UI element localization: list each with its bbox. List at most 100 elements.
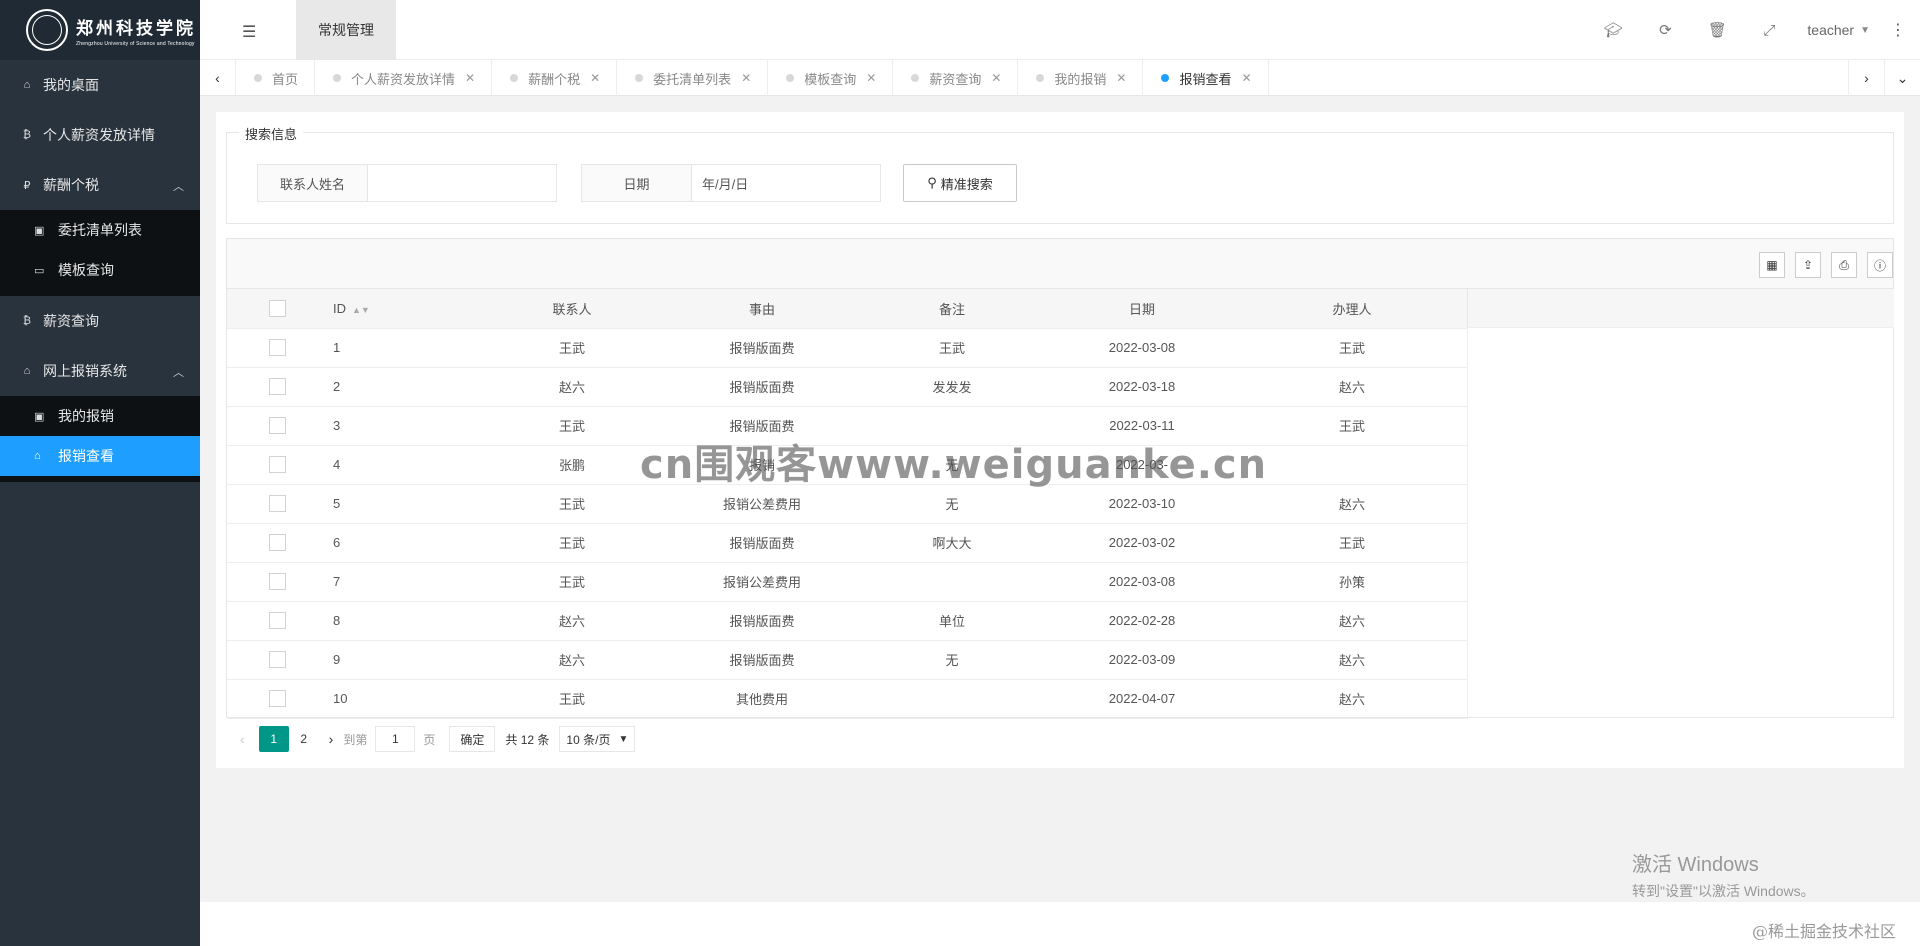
row-checkbox[interactable] bbox=[268, 612, 286, 630]
table-row[interactable]: 6 王武 报销版面费 啊大大 2022-03-02 王武 bbox=[227, 523, 1467, 563]
caret-down-icon[interactable]: ▼ bbox=[1860, 25, 1870, 36]
prev-page-icon[interactable]: ‹ bbox=[240, 731, 245, 747]
rouble-icon: ₽ bbox=[23, 179, 31, 192]
trash-icon[interactable]: 🗑︎ bbox=[1691, 21, 1743, 39]
tab-reimbursement-view[interactable]: 报销查看 ✕ bbox=[1143, 60, 1269, 96]
header-tab-general[interactable]: 常规管理 bbox=[296, 0, 396, 60]
user-name[interactable]: teacher bbox=[1807, 22, 1854, 38]
date-input[interactable]: 年/月/日 bbox=[692, 165, 880, 201]
tab-dot bbox=[1036, 74, 1045, 82]
table-row[interactable]: 1 王武 报销版面费 王武 2022-03-08 王武 bbox=[227, 328, 1467, 368]
row-checkbox[interactable] bbox=[268, 534, 286, 552]
goto-confirm-button[interactable]: 确定 bbox=[449, 726, 496, 752]
row-checkbox[interactable] bbox=[268, 573, 286, 591]
close-icon[interactable]: ✕ bbox=[866, 71, 876, 85]
tab-tax[interactable]: 薪酬个税 ✕ bbox=[492, 60, 618, 96]
info-icon[interactable]: ⓘ bbox=[1867, 252, 1893, 278]
logo-text: 郑州科技学院 bbox=[76, 18, 196, 39]
tab-label: 我的报销 bbox=[1054, 71, 1107, 87]
graduation-cap-icon[interactable]: 🎓︎ bbox=[1587, 21, 1639, 39]
tab-dot bbox=[333, 74, 342, 82]
tab-dot bbox=[635, 74, 644, 82]
export-icon[interactable]: ⇪ bbox=[1795, 252, 1821, 278]
table-row[interactable]: 2 赵六 报销版面费 发发发 2022-03-18 赵六 bbox=[227, 367, 1467, 407]
sidebar-item-reimbursement-view[interactable]: ⌂ 报销查看 bbox=[0, 436, 200, 476]
tabs-menu-chevron-down-icon[interactable]: ⌄ bbox=[1884, 60, 1920, 96]
tab-home[interactable]: 首页 bbox=[236, 60, 316, 96]
sidebar-item-salary-detail[interactable]: ₿ 个人薪资发放详情 bbox=[0, 110, 200, 160]
tabs-scroll-right-icon[interactable]: › bbox=[1848, 60, 1884, 96]
cell-contact: 王武 bbox=[477, 523, 667, 563]
table-row[interactable]: 9 赵六 报销版面费无 2022-03-09 赵六 bbox=[227, 640, 1467, 680]
row-select-cell bbox=[227, 484, 327, 524]
tab-template-query[interactable]: 模板查询 ✕ bbox=[768, 60, 894, 96]
close-icon[interactable]: ✕ bbox=[1116, 71, 1126, 85]
tab-salary-detail[interactable]: 个人薪资发放详情 ✕ bbox=[315, 60, 493, 96]
tab-my-reimbursement[interactable]: 我的报销 ✕ bbox=[1018, 60, 1144, 96]
row-checkbox[interactable] bbox=[268, 417, 286, 435]
close-icon[interactable]: ✕ bbox=[741, 71, 751, 85]
cell-date: 2022-02-28 bbox=[1047, 601, 1237, 641]
sort-icon[interactable]: ▲▼ bbox=[352, 305, 370, 315]
row-checkbox[interactable] bbox=[268, 456, 286, 474]
more-vertical-icon[interactable]: ⋮ bbox=[1890, 20, 1906, 40]
cell-date: 2022-03-02 bbox=[1047, 523, 1237, 563]
row-select-cell bbox=[227, 679, 327, 719]
cell-reason: 报销版面费 bbox=[667, 523, 857, 563]
column-header-id[interactable]: ID ▲▼ bbox=[327, 289, 477, 329]
cell-handler: 王武 bbox=[1237, 328, 1467, 368]
pagination: ‹ 1 2 › 到第 1 页 确定 共 12 条 10 条/页 ▼ bbox=[226, 719, 636, 759]
row-checkbox[interactable] bbox=[268, 651, 286, 669]
university-seal-icon bbox=[26, 9, 68, 51]
row-checkbox[interactable] bbox=[268, 690, 286, 708]
table-row[interactable]: 10 王武 其他费用 2022-04-07 赵六 bbox=[227, 679, 1467, 719]
search-button[interactable]: ⚲ 精准搜索 bbox=[903, 164, 1017, 202]
tab-dot bbox=[510, 74, 519, 82]
close-icon[interactable]: ✕ bbox=[590, 71, 600, 85]
date-group: 日期 年/月/日 bbox=[581, 164, 881, 202]
close-icon[interactable]: ✕ bbox=[991, 71, 1001, 85]
print-icon[interactable]: ⎙ bbox=[1831, 252, 1857, 278]
tab-salary-query[interactable]: 薪资查询 ✕ bbox=[893, 60, 1019, 96]
row-checkbox[interactable] bbox=[268, 339, 286, 357]
goto-page-input[interactable]: 1 bbox=[375, 726, 416, 752]
next-page-icon[interactable]: › bbox=[329, 731, 334, 747]
fullscreen-icon[interactable]: ⤢ bbox=[1743, 22, 1795, 39]
tab-entrust-list[interactable]: 委托清单列表 ✕ bbox=[617, 60, 769, 96]
page-2-button[interactable]: 2 bbox=[289, 726, 319, 752]
cell-id: 9 bbox=[327, 640, 477, 680]
sidebar-item-reimbursement[interactable]: ⌂ 网上报销系统 ︿ bbox=[0, 346, 200, 396]
contact-name-input[interactable] bbox=[368, 165, 556, 201]
per-page-select[interactable]: 10 条/页 ▼ bbox=[559, 726, 636, 752]
cell-remark: 无 bbox=[857, 640, 1047, 680]
row-checkbox[interactable] bbox=[268, 495, 286, 513]
sidebar-item-tax[interactable]: ₽ 薪酬个税 ︿ bbox=[0, 160, 200, 210]
sidebar-item-template-query[interactable]: ▭ 模板查询 bbox=[0, 250, 200, 290]
column-header-handler: 办理人 bbox=[1237, 289, 1467, 329]
cell-reason: 报销版面费 bbox=[667, 601, 857, 641]
close-icon[interactable]: ✕ bbox=[1242, 71, 1252, 85]
cell-date: 2022-03-09 bbox=[1047, 640, 1237, 680]
cell-remark: 单位 bbox=[857, 601, 1047, 641]
sidebar-item-salary-query[interactable]: ₿ 薪资查询 bbox=[0, 296, 200, 346]
cell-id: 2 bbox=[327, 367, 477, 407]
row-checkbox[interactable] bbox=[268, 378, 286, 396]
refresh-icon[interactable]: ⟳ bbox=[1639, 21, 1691, 39]
table-row[interactable]: 7 王武 报销公差费用 2022-03-08 孙策 bbox=[227, 562, 1467, 602]
menu-toggle-icon[interactable]: ☰ bbox=[242, 22, 256, 42]
sidebar-item-entrust-list[interactable]: ▣ 委托清单列表 bbox=[0, 210, 200, 250]
submenu-reimbursement: ▣ 我的报销 ⌂ 报销查看 bbox=[0, 396, 200, 482]
table-row[interactable]: 8 赵六 报销版面费 单位 2022-02-28 赵六 bbox=[227, 601, 1467, 641]
columns-filter-icon[interactable]: ▦ bbox=[1759, 252, 1785, 278]
tabs-scroll-left-icon[interactable]: ‹ bbox=[200, 60, 236, 96]
select-all-checkbox[interactable] bbox=[268, 299, 286, 317]
close-icon[interactable]: ✕ bbox=[465, 71, 475, 85]
sidebar-item-my-reimbursement[interactable]: ▣ 我的报销 bbox=[0, 396, 200, 436]
sidebar-item-desktop[interactable]: ⌂ 我的桌面 bbox=[0, 60, 200, 110]
windows-activation-title: 激活 Windows bbox=[1632, 854, 1759, 876]
tab-dot bbox=[786, 74, 795, 82]
sidebar: 郑州科技学院 Zhengzhou University of Science a… bbox=[0, 0, 200, 946]
page-1-button[interactable]: 1 bbox=[258, 726, 289, 752]
tab-label: 薪资查询 bbox=[929, 71, 982, 87]
logo[interactable]: 郑州科技学院 Zhengzhou University of Science a… bbox=[0, 0, 200, 60]
